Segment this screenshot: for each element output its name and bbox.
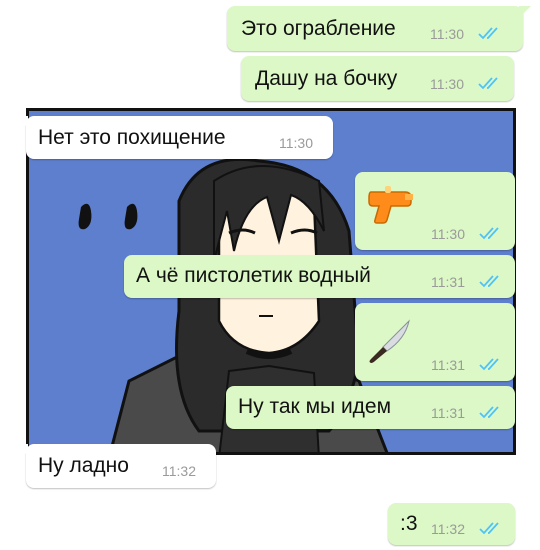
message-timestamp: 11:32 [162,463,196,479]
incoming-message-bubble[interactable]: Ну ладно 11:32 [26,444,216,488]
message-timestamp: 11:31 [431,405,465,421]
message-timestamp: 11:31 [431,357,465,373]
read-double-check-icon [479,406,499,419]
knife-emoji [369,319,410,363]
message-text: :3 [400,512,418,535]
outgoing-message-bubble[interactable]: :3 11:32 [388,503,515,545]
outgoing-message-bubble[interactable]: 11:31 [355,303,515,381]
bubble-tail [16,444,28,456]
outgoing-message-bubble[interactable]: А чё пистолетик водный 11:31 [124,255,515,298]
incoming-message-bubble[interactable]: Нет это похищение 11:30 [26,116,333,159]
bubble-tail [16,116,28,128]
message-timestamp: 11:30 [431,226,465,242]
water-pistol-emoji [368,186,413,224]
outgoing-message-bubble[interactable]: Дашу на бочку 11:30 [241,56,514,101]
outgoing-message-bubble[interactable]: Это ограбление 11:30 [227,6,523,51]
message-text: Это ограбление [241,17,396,40]
read-double-check-icon [478,77,498,90]
message-text: Нет это похищение [38,126,226,149]
message-text: А чё пистолетик водный [136,264,371,287]
message-timestamp: 11:30 [430,76,464,92]
read-double-check-icon [479,358,499,371]
read-double-check-icon [479,522,499,535]
message-timestamp: 11:32 [431,521,465,537]
message-timestamp: 11:31 [431,274,465,290]
message-text: Ну так мы идем [238,395,392,418]
message-timestamp: 11:30 [430,26,464,42]
read-double-check-icon [479,275,499,288]
message-text: Ну ладно [38,454,129,477]
read-double-check-icon [479,227,499,240]
outgoing-message-bubble[interactable]: Ну так мы идем 11:31 [226,386,515,429]
outgoing-message-bubble[interactable]: 11:30 [355,172,515,250]
message-timestamp: 11:30 [279,135,313,151]
read-double-check-icon [478,27,498,40]
message-text: Дашу на бочку [255,67,398,90]
bubble-tail [519,6,531,18]
